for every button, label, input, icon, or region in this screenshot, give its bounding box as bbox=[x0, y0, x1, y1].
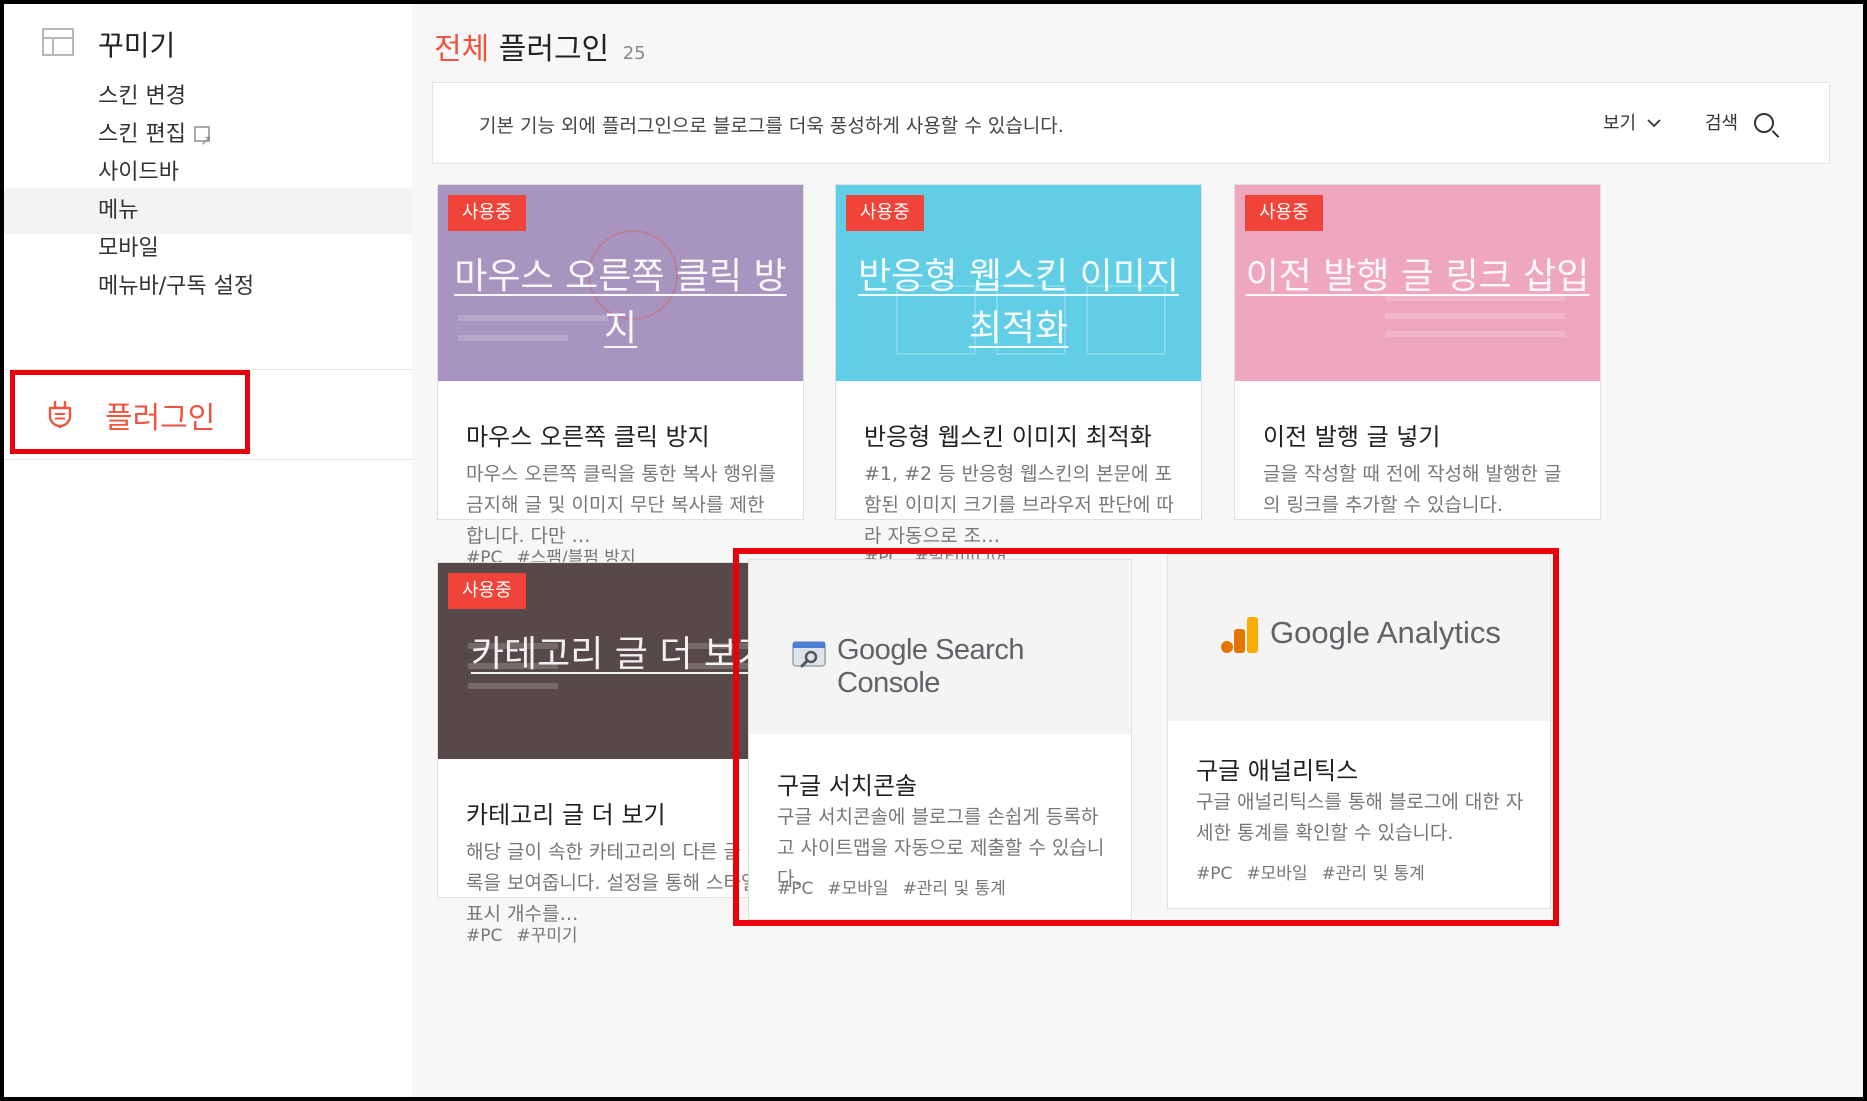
plugin-description: #1, #2 등 반응형 웹스킨의 본문에 포함된 이미지 크기를 브라우저 판… bbox=[864, 463, 1174, 547]
page-title-text: 플러그인 bbox=[498, 32, 610, 67]
plugin-card[interactable]: 이전 발행 글 링크 삽입 사용중 이전 발행 글 넣기 글을 작성할 때 전에… bbox=[1234, 184, 1601, 568]
main-content: 전체 플러그인 25 기본 기능 외에 플러그인으로 블로그를 더욱 풍성하게 … bbox=[412, 4, 1863, 1097]
tag: #PC bbox=[1196, 864, 1233, 884]
in-use-badge: 사용중 bbox=[448, 195, 526, 231]
sidebar-item-label: 메뉴 bbox=[98, 198, 139, 223]
banner-decoration bbox=[468, 683, 558, 689]
plugin-tags: #PC #모바일 #관리 및 통계 bbox=[777, 874, 1020, 899]
external-link-icon bbox=[193, 118, 212, 164]
plugin-title: 마우스 오른쪽 클릭 방지 bbox=[466, 423, 710, 451]
sidebar-item-label: 메뉴바/구독 설정 bbox=[98, 274, 255, 299]
filter-all-label[interactable]: 전체 bbox=[434, 32, 489, 67]
sidebar-item-label: 플러그인 bbox=[105, 401, 216, 436]
description-text: 기본 기능 외에 플러그인으로 블로그를 더욱 풍성하게 사용할 수 있습니다. bbox=[479, 115, 1064, 137]
description-bar: 기본 기능 외에 플러그인으로 블로그를 더욱 풍성하게 사용할 수 있습니다.… bbox=[432, 82, 1830, 164]
sidebar-item-menubar-subscribe[interactable]: 메뉴바/구독 설정 bbox=[4, 264, 412, 310]
plugin-title: 구글 애널리틱스 bbox=[1196, 757, 1359, 785]
sidebar-item-label: 스킨 변경 bbox=[98, 84, 186, 109]
plugin-title: 이전 발행 글 넣기 bbox=[1263, 423, 1441, 451]
plugin-title: 카테고리 글 더 보기 bbox=[466, 801, 666, 829]
sidebar-item-label: 스킨 편집 bbox=[98, 122, 186, 147]
search-console-icon bbox=[792, 641, 826, 668]
brand-text: Google Search Console bbox=[837, 634, 1024, 699]
plugin-tags: #PC #모바일 #관리 및 통계 bbox=[1196, 859, 1439, 884]
banner-title: 반응형 웹스킨 이미지 최적화 bbox=[858, 256, 1179, 349]
plugin-banner: 마우스 오른쪽 클릭 방지 사용중 bbox=[438, 185, 803, 381]
plugin-title: 구글 서치콘솔 bbox=[777, 772, 918, 800]
in-use-badge: 사용중 bbox=[846, 195, 924, 231]
analytics-icon bbox=[1221, 617, 1258, 653]
plugin-card[interactable]: Google Analytics 구글 애널리틱스 구글 애널리틱스를 통해 블… bbox=[1167, 554, 1551, 909]
search-button[interactable]: 검색 bbox=[1705, 109, 1774, 135]
app-frame: 꾸미기 스킨 변경 스킨 편집 사이드바 메뉴 모바일 메뉴바/구독 설정 플러… bbox=[4, 4, 1863, 1097]
divider bbox=[4, 459, 412, 460]
tag: #모바일 bbox=[1246, 864, 1308, 884]
plugin-card[interactable]: 마우스 오른쪽 클릭 방지 사용중 마우스 오른쪽 클릭 방지 마우스 오른쪽 … bbox=[437, 184, 804, 568]
sidebar-item-label: 사이드바 bbox=[98, 160, 179, 185]
tag: #PC bbox=[466, 926, 503, 946]
tag: #관리 및 통계 bbox=[902, 879, 1006, 899]
in-use-badge: 사용중 bbox=[1245, 195, 1323, 231]
view-button[interactable]: 보기 bbox=[1603, 109, 1662, 135]
plugin-description: 글을 작성할 때 전에 작성해 발행한 글의 링크를 추가할 수 있습니다. bbox=[1263, 463, 1562, 516]
plugin-count: 25 bbox=[622, 43, 646, 64]
plugin-banner: 반응형 웹스킨 이미지 최적화 사용중 bbox=[836, 185, 1201, 381]
plugin-banner: 이전 발행 글 링크 삽입 사용중 bbox=[1235, 185, 1600, 381]
in-use-badge: 사용중 bbox=[448, 573, 526, 609]
tag: #관리 및 통계 bbox=[1321, 864, 1425, 884]
plugin-description: 구글 애널리틱스를 통해 블로그에 대한 자세한 통계를 확인할 수 있습니다. bbox=[1196, 791, 1524, 844]
sidebar-item-plugin[interactable]: 플러그인 bbox=[10, 370, 250, 454]
plug-icon bbox=[48, 400, 72, 428]
plugin-title: 반응형 웹스킨 이미지 최적화 bbox=[864, 423, 1152, 451]
tag: #꾸미기 bbox=[516, 926, 578, 946]
plugin-description: 해당 글이 속한 카테고리의 다른 글 목록을 보여줍니다. 설정을 통해 스타… bbox=[466, 841, 776, 925]
sidebar: 꾸미기 스킨 변경 스킨 편집 사이드바 메뉴 모바일 메뉴바/구독 설정 플러… bbox=[4, 4, 412, 1097]
tag: #PC bbox=[777, 879, 814, 899]
sidebar-section-title: 꾸미기 bbox=[98, 29, 176, 62]
plugin-banner: Google Analytics bbox=[1168, 555, 1550, 721]
banner-title: 이전 발행 글 링크 삽입 bbox=[1245, 256, 1590, 297]
page-title: 전체 플러그인 25 bbox=[434, 24, 646, 68]
plugin-card[interactable]: 반응형 웹스킨 이미지 최적화 사용중 반응형 웹스킨 이미지 최적화 #1, … bbox=[835, 184, 1202, 568]
view-label: 보기 bbox=[1603, 113, 1637, 134]
search-label: 검색 bbox=[1705, 113, 1739, 134]
banner-decoration bbox=[1385, 313, 1565, 319]
plugin-banner: Google Search Console bbox=[749, 560, 1131, 734]
banner-title: 마우스 오른쪽 클릭 방지 bbox=[454, 256, 787, 349]
plugin-tags: #PC #꾸미기 bbox=[466, 921, 592, 946]
chevron-down-icon bbox=[1647, 119, 1661, 128]
tag: #모바일 bbox=[827, 879, 889, 899]
brand-text: Google Analytics bbox=[1270, 615, 1501, 650]
sidebar-item-label: 모바일 bbox=[98, 236, 159, 261]
banner-decoration bbox=[1385, 331, 1565, 337]
layout-icon bbox=[42, 28, 74, 56]
plugin-description: 마우스 오른쪽 클릭을 통한 복사 행위를 금지해 글 및 이미지 무단 복사를… bbox=[466, 463, 776, 547]
search-icon bbox=[1753, 113, 1774, 133]
plugin-card[interactable]: Google Search Console 구글 서치콘솔 구글 서치콘솔에 블… bbox=[748, 559, 1132, 920]
